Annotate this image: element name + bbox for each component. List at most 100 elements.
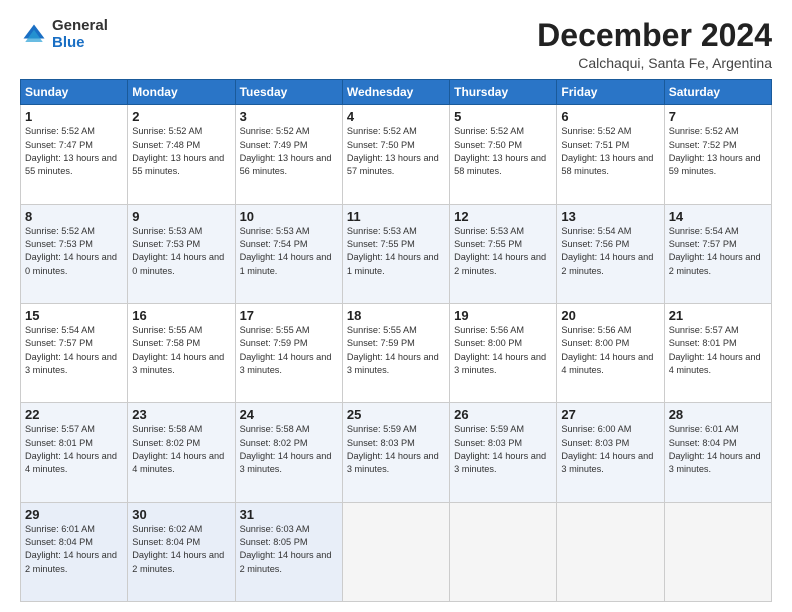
table-row: 2 Sunrise: 5:52 AMSunset: 7:48 PMDayligh… bbox=[128, 105, 235, 204]
table-row: 19 Sunrise: 5:56 AMSunset: 8:00 PMDaylig… bbox=[450, 303, 557, 402]
table-row: 18 Sunrise: 5:55 AMSunset: 7:59 PMDaylig… bbox=[342, 303, 449, 402]
day-number: 22 bbox=[25, 407, 123, 422]
page-header: General Blue December 2024 Calchaqui, Sa… bbox=[20, 18, 772, 71]
day-number: 10 bbox=[240, 209, 338, 224]
day-number: 31 bbox=[240, 507, 338, 522]
day-info: Sunrise: 5:54 AMSunset: 7:56 PMDaylight:… bbox=[561, 226, 653, 276]
table-row: 26 Sunrise: 5:59 AMSunset: 8:03 PMDaylig… bbox=[450, 403, 557, 502]
day-number: 28 bbox=[669, 407, 767, 422]
month-title: December 2024 bbox=[537, 18, 772, 53]
table-row: 13 Sunrise: 5:54 AMSunset: 7:56 PMDaylig… bbox=[557, 204, 664, 303]
day-number: 8 bbox=[25, 209, 123, 224]
day-number: 3 bbox=[240, 109, 338, 124]
logo-text: General Blue bbox=[52, 18, 108, 51]
day-number: 20 bbox=[561, 308, 659, 323]
table-row: 14 Sunrise: 5:54 AMSunset: 7:57 PMDaylig… bbox=[664, 204, 771, 303]
calendar-week-row: 15 Sunrise: 5:54 AMSunset: 7:57 PMDaylig… bbox=[21, 303, 772, 402]
table-row: 1 Sunrise: 5:52 AMSunset: 7:47 PMDayligh… bbox=[21, 105, 128, 204]
day-number: 30 bbox=[132, 507, 230, 522]
table-row: 27 Sunrise: 6:00 AMSunset: 8:03 PMDaylig… bbox=[557, 403, 664, 502]
table-row: 8 Sunrise: 5:52 AMSunset: 7:53 PMDayligh… bbox=[21, 204, 128, 303]
day-number: 25 bbox=[347, 407, 445, 422]
day-number: 21 bbox=[669, 308, 767, 323]
col-thursday: Thursday bbox=[450, 80, 557, 105]
day-number: 24 bbox=[240, 407, 338, 422]
table-row: 17 Sunrise: 5:55 AMSunset: 7:59 PMDaylig… bbox=[235, 303, 342, 402]
logo-blue: Blue bbox=[52, 35, 108, 52]
day-info: Sunrise: 5:55 AMSunset: 7:58 PMDaylight:… bbox=[132, 325, 224, 375]
table-row: 28 Sunrise: 6:01 AMSunset: 8:04 PMDaylig… bbox=[664, 403, 771, 502]
col-wednesday: Wednesday bbox=[342, 80, 449, 105]
day-number: 12 bbox=[454, 209, 552, 224]
table-row bbox=[450, 502, 557, 601]
day-info: Sunrise: 5:59 AMSunset: 8:03 PMDaylight:… bbox=[347, 424, 439, 474]
location-subtitle: Calchaqui, Santa Fe, Argentina bbox=[537, 55, 772, 71]
day-info: Sunrise: 5:55 AMSunset: 7:59 PMDaylight:… bbox=[347, 325, 439, 375]
col-tuesday: Tuesday bbox=[235, 80, 342, 105]
day-info: Sunrise: 5:53 AMSunset: 7:55 PMDaylight:… bbox=[347, 226, 439, 276]
table-row: 23 Sunrise: 5:58 AMSunset: 8:02 PMDaylig… bbox=[128, 403, 235, 502]
day-number: 23 bbox=[132, 407, 230, 422]
day-info: Sunrise: 5:57 AMSunset: 8:01 PMDaylight:… bbox=[669, 325, 761, 375]
table-row: 9 Sunrise: 5:53 AMSunset: 7:53 PMDayligh… bbox=[128, 204, 235, 303]
day-info: Sunrise: 5:52 AMSunset: 7:53 PMDaylight:… bbox=[25, 226, 117, 276]
day-number: 26 bbox=[454, 407, 552, 422]
day-info: Sunrise: 5:52 AMSunset: 7:49 PMDaylight:… bbox=[240, 126, 332, 176]
calendar-page: General Blue December 2024 Calchaqui, Sa… bbox=[0, 0, 792, 612]
calendar-week-row: 22 Sunrise: 5:57 AMSunset: 8:01 PMDaylig… bbox=[21, 403, 772, 502]
table-row: 21 Sunrise: 5:57 AMSunset: 8:01 PMDaylig… bbox=[664, 303, 771, 402]
day-number: 6 bbox=[561, 109, 659, 124]
table-row bbox=[664, 502, 771, 601]
day-info: Sunrise: 5:52 AMSunset: 7:48 PMDaylight:… bbox=[132, 126, 224, 176]
day-info: Sunrise: 5:52 AMSunset: 7:47 PMDaylight:… bbox=[25, 126, 117, 176]
table-row: 7 Sunrise: 5:52 AMSunset: 7:52 PMDayligh… bbox=[664, 105, 771, 204]
day-number: 29 bbox=[25, 507, 123, 522]
table-row: 24 Sunrise: 5:58 AMSunset: 8:02 PMDaylig… bbox=[235, 403, 342, 502]
table-row: 5 Sunrise: 5:52 AMSunset: 7:50 PMDayligh… bbox=[450, 105, 557, 204]
title-block: December 2024 Calchaqui, Santa Fe, Argen… bbox=[537, 18, 772, 71]
day-number: 4 bbox=[347, 109, 445, 124]
day-info: Sunrise: 5:53 AMSunset: 7:55 PMDaylight:… bbox=[454, 226, 546, 276]
day-number: 13 bbox=[561, 209, 659, 224]
table-row: 4 Sunrise: 5:52 AMSunset: 7:50 PMDayligh… bbox=[342, 105, 449, 204]
day-info: Sunrise: 5:54 AMSunset: 7:57 PMDaylight:… bbox=[25, 325, 117, 375]
day-info: Sunrise: 6:01 AMSunset: 8:04 PMDaylight:… bbox=[669, 424, 761, 474]
logo-general: General bbox=[52, 18, 108, 35]
day-number: 7 bbox=[669, 109, 767, 124]
col-monday: Monday bbox=[128, 80, 235, 105]
day-info: Sunrise: 5:59 AMSunset: 8:03 PMDaylight:… bbox=[454, 424, 546, 474]
day-info: Sunrise: 5:58 AMSunset: 8:02 PMDaylight:… bbox=[132, 424, 224, 474]
table-row: 25 Sunrise: 5:59 AMSunset: 8:03 PMDaylig… bbox=[342, 403, 449, 502]
day-info: Sunrise: 6:01 AMSunset: 8:04 PMDaylight:… bbox=[25, 524, 117, 574]
table-row: 22 Sunrise: 5:57 AMSunset: 8:01 PMDaylig… bbox=[21, 403, 128, 502]
day-info: Sunrise: 5:55 AMSunset: 7:59 PMDaylight:… bbox=[240, 325, 332, 375]
table-row: 30 Sunrise: 6:02 AMSunset: 8:04 PMDaylig… bbox=[128, 502, 235, 601]
day-info: Sunrise: 5:54 AMSunset: 7:57 PMDaylight:… bbox=[669, 226, 761, 276]
day-info: Sunrise: 5:53 AMSunset: 7:54 PMDaylight:… bbox=[240, 226, 332, 276]
day-info: Sunrise: 5:52 AMSunset: 7:51 PMDaylight:… bbox=[561, 126, 653, 176]
day-info: Sunrise: 6:02 AMSunset: 8:04 PMDaylight:… bbox=[132, 524, 224, 574]
day-number: 1 bbox=[25, 109, 123, 124]
day-number: 16 bbox=[132, 308, 230, 323]
day-info: Sunrise: 5:57 AMSunset: 8:01 PMDaylight:… bbox=[25, 424, 117, 474]
day-number: 5 bbox=[454, 109, 552, 124]
day-number: 9 bbox=[132, 209, 230, 224]
col-friday: Friday bbox=[557, 80, 664, 105]
calendar-week-row: 1 Sunrise: 5:52 AMSunset: 7:47 PMDayligh… bbox=[21, 105, 772, 204]
day-info: Sunrise: 5:58 AMSunset: 8:02 PMDaylight:… bbox=[240, 424, 332, 474]
calendar-table: Sunday Monday Tuesday Wednesday Thursday… bbox=[20, 79, 772, 602]
table-row: 11 Sunrise: 5:53 AMSunset: 7:55 PMDaylig… bbox=[342, 204, 449, 303]
day-info: Sunrise: 5:53 AMSunset: 7:53 PMDaylight:… bbox=[132, 226, 224, 276]
col-saturday: Saturday bbox=[664, 80, 771, 105]
day-number: 18 bbox=[347, 308, 445, 323]
table-row: 20 Sunrise: 5:56 AMSunset: 8:00 PMDaylig… bbox=[557, 303, 664, 402]
table-row: 29 Sunrise: 6:01 AMSunset: 8:04 PMDaylig… bbox=[21, 502, 128, 601]
table-row bbox=[342, 502, 449, 601]
day-number: 2 bbox=[132, 109, 230, 124]
table-row: 10 Sunrise: 5:53 AMSunset: 7:54 PMDaylig… bbox=[235, 204, 342, 303]
day-info: Sunrise: 5:52 AMSunset: 7:52 PMDaylight:… bbox=[669, 126, 761, 176]
day-number: 17 bbox=[240, 308, 338, 323]
col-sunday: Sunday bbox=[21, 80, 128, 105]
day-info: Sunrise: 6:03 AMSunset: 8:05 PMDaylight:… bbox=[240, 524, 332, 574]
table-row bbox=[557, 502, 664, 601]
